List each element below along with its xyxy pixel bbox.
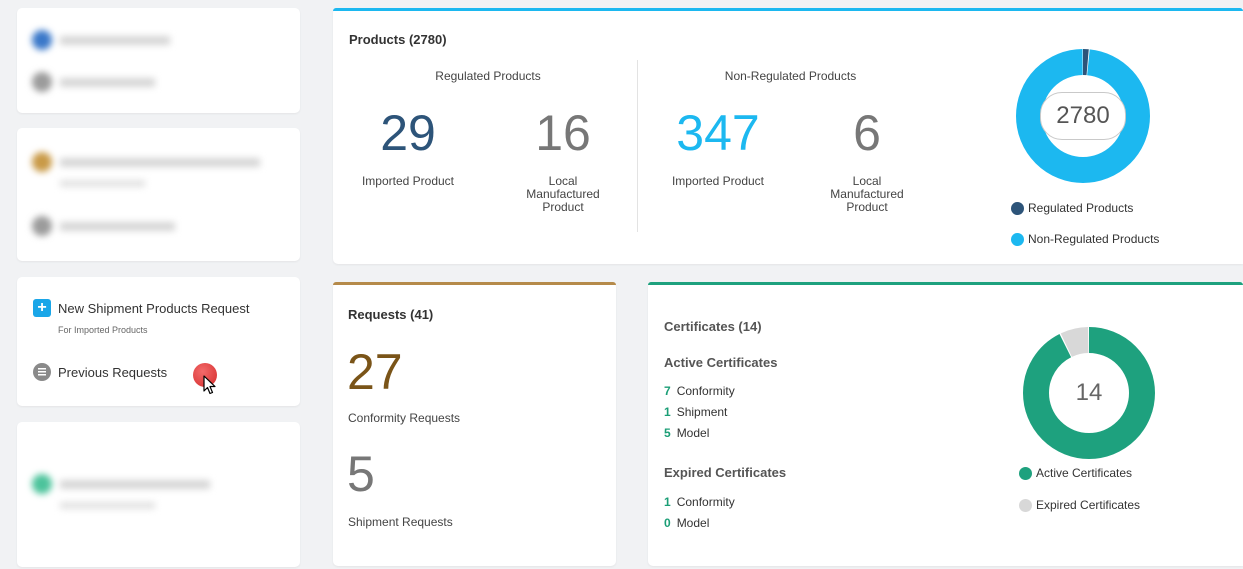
conformity-requests-label: Conformity Requests bbox=[348, 411, 461, 425]
previous-requests-label: Previous Requests bbox=[58, 364, 168, 380]
legend-dot bbox=[1019, 498, 1032, 512]
legend-label: Expired Certificates bbox=[1036, 498, 1141, 512]
legend-label: Regulated Products bbox=[1028, 201, 1134, 215]
cert-label: Conformity bbox=[676, 495, 735, 509]
active-certificates-title: Active Certificates bbox=[664, 355, 778, 370]
blurred-subtext bbox=[60, 502, 155, 509]
legend-label: Non-Regulated Products bbox=[1028, 232, 1160, 246]
regulated-local-count: 16 bbox=[535, 105, 591, 161]
legend-expired: Expired Certificates bbox=[1019, 498, 1140, 512]
blurred-text bbox=[60, 479, 210, 489]
cert-label: Shipment bbox=[676, 405, 728, 419]
requests-accent-bar bbox=[333, 282, 616, 285]
non-regulated-imported-count: 347 bbox=[676, 105, 760, 161]
previous-requests-link[interactable]: Previous Requests bbox=[33, 363, 167, 381]
conformity-requests-count: 27 bbox=[347, 344, 403, 400]
cert-count: 7 bbox=[664, 384, 671, 398]
products-title: Products (2780) bbox=[349, 32, 447, 47]
certificates-donut-center: 14 bbox=[1075, 379, 1103, 406]
certificates-accent-bar bbox=[648, 282, 1243, 285]
list-icon bbox=[33, 363, 51, 381]
blurred-icon bbox=[32, 72, 52, 92]
blurred-menu-item bbox=[32, 474, 210, 494]
blurred-text bbox=[60, 77, 155, 87]
cert-label: Model bbox=[676, 516, 710, 530]
cert-label: Conformity bbox=[676, 384, 735, 398]
blurred-icon bbox=[32, 216, 52, 236]
non-regulated-local-count: 6 bbox=[853, 105, 881, 161]
mouse-pointer-icon bbox=[203, 375, 216, 395]
blurred-icon bbox=[32, 152, 52, 172]
new-shipment-request-link[interactable]: + New Shipment Products Request bbox=[33, 299, 249, 317]
blurred-subtext bbox=[60, 180, 145, 187]
plus-icon: + bbox=[33, 299, 51, 317]
requests-card: Requests (41) 27 Conformity Requests 5 S… bbox=[333, 282, 616, 566]
shipment-requests-count: 5 bbox=[347, 446, 375, 502]
blurred-icon bbox=[32, 30, 52, 50]
sidebar-card-shipment: + New Shipment Products Request For Impo… bbox=[17, 277, 300, 406]
blurred-text bbox=[60, 502, 155, 509]
products-accent-bar bbox=[333, 8, 1243, 11]
regulated-local-label: Local Manufactured Product bbox=[493, 175, 633, 214]
sidebar-card-2 bbox=[17, 128, 300, 261]
blurred-text bbox=[60, 157, 260, 167]
legend-non-regulated: Non-Regulated Products bbox=[1011, 232, 1159, 246]
legend-dot bbox=[1011, 232, 1024, 246]
products-donut-center: 2780 bbox=[1056, 102, 1110, 129]
blurred-text bbox=[60, 180, 145, 187]
cert-label: Model bbox=[676, 426, 710, 440]
regulated-products-title: Regulated Products bbox=[435, 69, 541, 83]
cert-count: 1 bbox=[664, 495, 671, 509]
blurred-menu-item bbox=[32, 216, 175, 236]
certificates-card: Certificates (14) Active Certificates 7C… bbox=[648, 282, 1243, 566]
non-regulated-products-title: Non-Regulated Products bbox=[724, 69, 857, 83]
blurred-menu-item bbox=[32, 72, 155, 92]
legend-active: Active Certificates bbox=[1019, 466, 1132, 480]
legend-dot bbox=[1011, 201, 1024, 215]
active-cert-conformity: 7 Conformity bbox=[664, 384, 735, 398]
label-line: Product bbox=[542, 200, 584, 214]
active-cert-shipment: 1 Shipment bbox=[664, 405, 727, 419]
cert-count: 5 bbox=[664, 426, 671, 440]
blurred-text bbox=[60, 35, 170, 45]
products-donut-center-badge: 2780 bbox=[1040, 92, 1126, 140]
non-regulated-local-label: Local Manufactured Product bbox=[797, 175, 937, 214]
new-shipment-request-sub: For Imported Products bbox=[58, 325, 148, 335]
cert-count: 0 bbox=[664, 516, 671, 530]
requests-title: Requests (41) bbox=[348, 307, 434, 322]
blurred-menu-item bbox=[32, 152, 260, 172]
expired-certificates-title: Expired Certificates bbox=[664, 465, 787, 480]
shipment-requests-label: Shipment Requests bbox=[348, 515, 453, 529]
blurred-icon bbox=[32, 474, 52, 494]
cert-count: 1 bbox=[664, 405, 671, 419]
regulated-imported-count: 29 bbox=[380, 105, 436, 161]
sidebar-card-4 bbox=[17, 422, 300, 567]
blurred-text bbox=[60, 221, 175, 231]
sidebar-card-1 bbox=[17, 8, 300, 113]
active-cert-model: 5 Model bbox=[664, 426, 709, 440]
legend-regulated: Regulated Products bbox=[1011, 201, 1133, 215]
legend-dot bbox=[1019, 466, 1032, 480]
legend-label: Active Certificates bbox=[1036, 466, 1133, 480]
blurred-menu-item bbox=[32, 30, 170, 50]
regulated-imported-label: Imported Product bbox=[361, 174, 455, 188]
new-shipment-request-label: New Shipment Products Request bbox=[58, 300, 250, 316]
certificates-title: Certificates (14) bbox=[664, 319, 762, 334]
label-line: Product bbox=[846, 200, 888, 214]
expired-cert-model: 0 Model bbox=[664, 516, 709, 530]
non-regulated-imported-label: Imported Product bbox=[671, 174, 765, 188]
products-card: Products (2780) Regulated Products 29 Im… bbox=[333, 8, 1243, 264]
expired-cert-conformity: 1 Conformity bbox=[664, 495, 735, 509]
products-divider bbox=[637, 60, 638, 232]
